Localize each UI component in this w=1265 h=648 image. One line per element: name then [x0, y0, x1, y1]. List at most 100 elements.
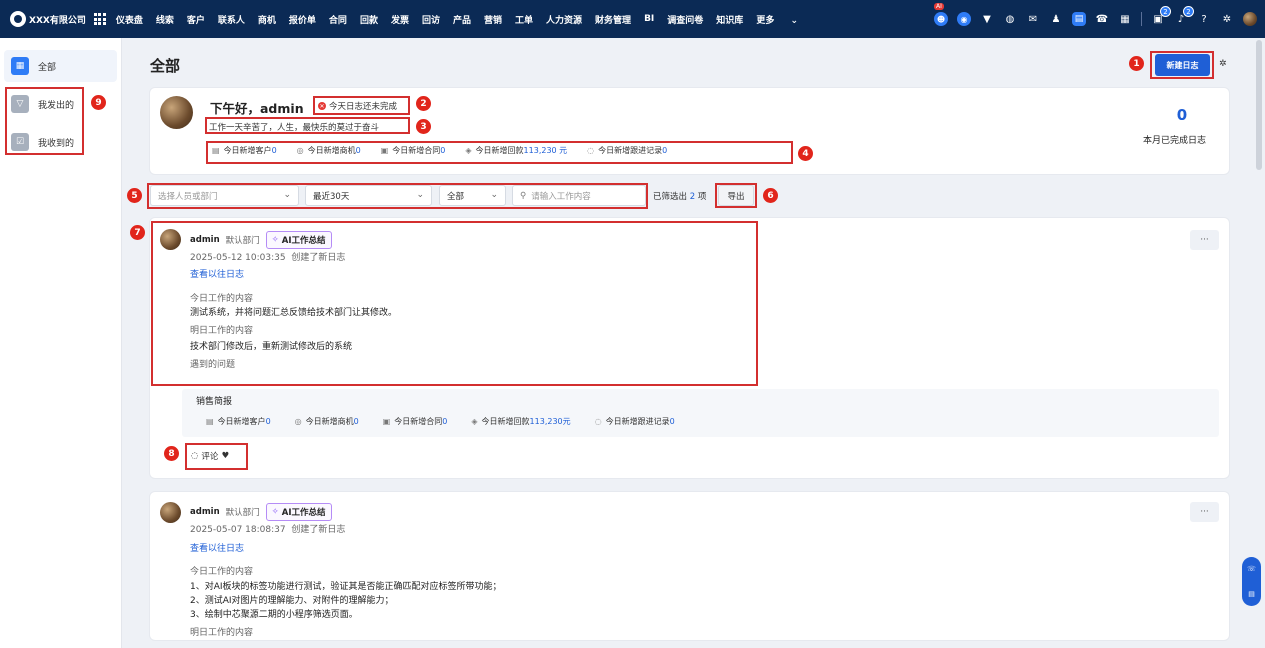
author-name[interactable]: admin [190, 235, 220, 245]
new-log-button[interactable]: 新建日志 [1155, 54, 1210, 76]
comment-button[interactable]: ◌ 评论 ♥ [191, 450, 229, 462]
stat-followups[interactable]: ◌ 今日新增跟进记录 0 [595, 416, 675, 427]
sparkle-icon: ✧ [271, 235, 279, 245]
more-button[interactable]: ··· [1190, 502, 1219, 522]
nav-item-visits[interactable]: 回访 [422, 13, 440, 26]
stat-customers[interactable]: ▤ 今日新增客户 0 [206, 416, 271, 427]
opportunity-icon: ◎ [294, 417, 302, 426]
nav-item-customers[interactable]: 客户 [187, 13, 205, 26]
export-button[interactable]: 导出 [718, 185, 754, 206]
nav-item-payments[interactable]: 回款 [360, 13, 378, 26]
chevron-down-icon: ⌄ [790, 15, 799, 26]
ai-summary-button[interactable]: ✧ AI工作总结 [265, 503, 332, 521]
stat-payments[interactable]: ◈ 今日新增回款 113,230元 [471, 416, 570, 427]
annotation-number: 7 [130, 225, 145, 240]
stat-customers[interactable]: ▤ 今日新增客户 0 [212, 145, 277, 156]
nav-item-tickets[interactable]: 工单 [515, 13, 533, 26]
avatar [160, 502, 181, 523]
notification-badge: 2 [1183, 6, 1194, 17]
nav-item-invoices[interactable]: 发票 [391, 13, 409, 26]
followup-icon: ◌ [594, 417, 602, 426]
nav-item-products[interactable]: 产品 [453, 13, 471, 26]
phone-icon[interactable]: ☎ [1095, 12, 1109, 26]
app-grid-icon[interactable] [93, 13, 106, 25]
motto-text: 工作一天辛苦了，人生，最快乐的莫过于奋斗 [209, 123, 380, 133]
nav-item-contacts[interactable]: 联系人 [218, 13, 245, 26]
section-title: 今日工作的内容 [190, 294, 254, 304]
person-select[interactable]: 选择人员或部门 ⌄ [150, 185, 299, 206]
main-nav: 仪表盘 线索 客户 联系人 商机 报价单 合同 回款 发票 回访 产品 营销 工… [116, 13, 824, 26]
more-button[interactable]: ··· [1190, 230, 1219, 250]
sidebar-item-label: 我发出的 [38, 100, 75, 111]
bell-icon[interactable]: ♪ 2 [1174, 6, 1194, 26]
annotation-number: 6 [763, 188, 778, 203]
annotation-number: 8 [164, 446, 179, 461]
sidebar-item-label: 全部 [38, 62, 57, 73]
floating-toolbar[interactable]: ☏ ▤ [1242, 557, 1261, 606]
opportunity-icon: ◎ [296, 146, 304, 155]
sidebar-item-all[interactable]: ▦ 全部 [4, 50, 117, 82]
stat-contracts[interactable]: ▣ 今日新增合同 0 [381, 145, 446, 156]
message-icon[interactable]: ▼ [980, 12, 994, 26]
ai-summary-button[interactable]: ✧ AI工作总结 [265, 231, 332, 249]
stat-payments[interactable]: ◈ 今日新增回款 113,230 元 [465, 145, 567, 156]
company-name: XXX有限公司 [29, 15, 86, 26]
company-logo[interactable]: XXX有限公司 [10, 11, 86, 27]
done-count: 0 [1176, 106, 1188, 124]
mail-icon[interactable]: ✉ [1026, 12, 1040, 26]
today-line: 2、测试AI对图片的理解能力、对附件的理解能力； [190, 596, 394, 606]
chat-icon[interactable]: ◉ [957, 12, 971, 26]
nav-item-bi[interactable]: BI [644, 14, 654, 24]
dept-name: 默认部门 [225, 236, 260, 246]
nav-item-contracts[interactable]: 合同 [329, 13, 347, 26]
user-avatar[interactable] [1243, 12, 1257, 26]
search-input[interactable]: ⚲ 请输入工作内容 [512, 185, 646, 206]
log-icon[interactable]: ▤ [1072, 12, 1086, 26]
nav-item-survey[interactable]: 调查问卷 [667, 13, 703, 26]
page-title: 全部 [150, 57, 181, 75]
top-navbar: XXX有限公司 仪表盘 线索 客户 联系人 商机 报价单 合同 回款 发票 回访… [0, 0, 1265, 38]
range-select[interactable]: 最近30天 ⌄ [305, 185, 432, 206]
nav-item-quotes[interactable]: 报价单 [289, 13, 316, 26]
nav-item-more[interactable]: 更多 ⌄ [756, 13, 811, 26]
ai-robot-icon[interactable]: ☻ AI [934, 3, 948, 26]
nav-item-opportunities[interactable]: 商机 [258, 13, 276, 26]
nav-item-hr[interactable]: 人力资源 [546, 13, 582, 26]
settings-icon[interactable]: ✲ [1220, 12, 1234, 26]
history-link[interactable]: 查看以往日志 [190, 267, 244, 280]
scope-select[interactable]: 全部 ⌄ [439, 185, 506, 206]
sidebar: ▦ 全部 ▽ 我发出的 ☑ 我收到的 [0, 38, 122, 648]
gear-icon[interactable]: ✲ [1219, 59, 1229, 69]
annotation-number: 3 [416, 119, 431, 134]
chevron-down-icon: ⌄ [283, 190, 291, 200]
stat-opportunities[interactable]: ◎ 今日新增商机 0 [295, 416, 359, 427]
task-icon[interactable]: ▣ 2 [1151, 6, 1171, 26]
stat-followups[interactable]: ◌ 今日新增跟进记录 0 [587, 145, 667, 156]
globe-icon[interactable]: ◍ [1003, 12, 1017, 26]
search-icon: ⚲ [520, 190, 527, 201]
today-line: 3、绘制中芯聚源二期的小程序筛选页面。 [190, 610, 358, 620]
stat-opportunities[interactable]: ◎ 今日新增商机 0 [297, 145, 361, 156]
scrollbar[interactable] [1256, 40, 1262, 170]
user-icon[interactable]: ♟ [1049, 12, 1063, 26]
payment-icon: ◈ [471, 417, 478, 426]
nav-item-marketing[interactable]: 营销 [484, 13, 502, 26]
sidebar-item-received[interactable]: ☑ 我收到的 [4, 126, 117, 158]
calendar-icon[interactable]: ▦ [1118, 12, 1132, 26]
feedback-icon: ▤ [1248, 589, 1255, 598]
stat-contracts[interactable]: ▣ 今日新增合同 0 [383, 416, 448, 427]
send-icon: ▽ [11, 95, 29, 113]
nav-item-leads[interactable]: 线索 [156, 13, 174, 26]
today-line: 1、对AI板块的标签功能进行测试，验证其是否能正确匹配对应标签所带功能； [190, 582, 502, 592]
author-name[interactable]: admin [190, 507, 220, 517]
nav-item-dashboard[interactable]: 仪表盘 [116, 13, 143, 26]
followup-icon: ◌ [587, 146, 595, 155]
grid-icon: ▦ [11, 57, 29, 75]
annotation-number: 4 [798, 146, 813, 161]
nav-item-finance[interactable]: 财务管理 [595, 13, 631, 26]
help-icon[interactable]: ? [1197, 12, 1211, 26]
sales-stats: ▤ 今日新增客户 0 ◎ 今日新增商机 0 ▣ 今日新增合同 0 ◈ 今日新增回款 113,23… [206, 416, 695, 427]
history-link[interactable]: 查看以往日志 [190, 541, 244, 554]
nav-item-knowledge[interactable]: 知识库 [716, 13, 743, 26]
avatar [160, 229, 181, 250]
